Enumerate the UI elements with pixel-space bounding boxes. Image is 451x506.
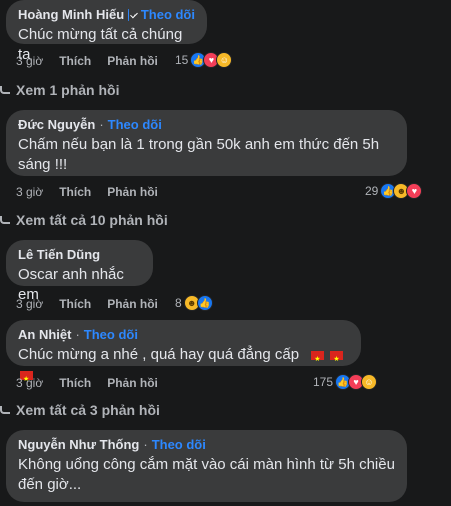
reply-arrow-icon xyxy=(0,216,10,224)
comment-author-name[interactable]: Hoàng Minh Hiếu xyxy=(18,7,124,23)
comment-actions: 3 giờ Thích Phản hồi xyxy=(16,376,158,390)
reply-button[interactable]: Phản hồi xyxy=(107,297,158,311)
comment-text-content: Chúc mừng a nhé , quá hay quá đẳng cấp xyxy=(18,346,300,363)
reaction-summary[interactable]: 29 👍 ☻ ♥ xyxy=(365,183,423,199)
reaction-count: 8 xyxy=(175,296,182,310)
reply-button[interactable]: Phản hồi xyxy=(107,185,158,199)
comment-bubble: An Nhiệt · Theo dõi Chúc mừng a nhé , qu… xyxy=(6,320,361,390)
vietnam-flag-icon xyxy=(311,350,325,370)
comment-text: Chấm nếu bạn là 1 trong gần 50k anh em t… xyxy=(18,136,380,173)
comment-author-row: Đức Nguyễn · Theo dõi xyxy=(18,117,395,133)
reaction-summary[interactable]: 175 👍 ♥ ☺ xyxy=(313,374,378,390)
comment-bubble: Nguyễn Như Thống · Theo dõi Không uổng c… xyxy=(6,430,407,502)
reply-button[interactable]: Phản hồi xyxy=(107,376,158,390)
comment-author-name[interactable]: Lê Tiến Dũng xyxy=(18,247,100,263)
comment-bubble: Hoàng Minh Hiếu · Theo dõi Chúc mừng tất… xyxy=(6,0,207,63)
comment-actions: 3 giờ Thích Phản hồi xyxy=(16,54,158,68)
follow-link[interactable]: Theo dõi xyxy=(108,117,162,133)
comment-actions: 3 giờ Thích Phản hồi xyxy=(16,185,158,199)
separator-dot: · xyxy=(99,117,104,132)
comment-text: Không uổng công cắm mặt vào cái màn hình… xyxy=(18,456,395,493)
reaction-count: 29 xyxy=(365,184,379,198)
comment-time[interactable]: 3 giờ xyxy=(16,376,43,390)
reaction-summary[interactable]: 8 ☻ 👍 xyxy=(175,295,213,311)
reaction-summary[interactable]: 15 👍 ♥ ☺ xyxy=(175,52,233,68)
reply-arrow-icon xyxy=(0,86,10,94)
heart-icon: ♥ xyxy=(406,183,423,199)
comment-bubble: Lê Tiến Dũng Oscar anh nhắc em xyxy=(6,240,153,303)
view-replies-link[interactable]: Xem 1 phản hồi xyxy=(0,82,119,98)
like-button[interactable]: Thích xyxy=(59,297,91,311)
comment-author-name[interactable]: Nguyễn Như Thống xyxy=(18,437,139,453)
reply-arrow-icon xyxy=(0,406,10,414)
comment-author-name[interactable]: An Nhiệt xyxy=(18,327,71,343)
comment-actions: 3 giờ Thích Phản hồi xyxy=(16,297,158,311)
separator-dot: · xyxy=(75,327,80,342)
view-replies-link[interactable]: Xem tất cả 10 phản hồi xyxy=(0,212,168,228)
vietnam-flag-icon xyxy=(330,350,344,370)
comment-time[interactable]: 3 giờ xyxy=(16,297,43,311)
comment-author-row: An Nhiệt · Theo dõi xyxy=(18,327,349,343)
like-button[interactable]: Thích xyxy=(59,54,91,68)
care-icon: ☺ xyxy=(361,374,378,390)
comment-author-row: Lê Tiến Dũng xyxy=(18,247,141,263)
reaction-count: 15 xyxy=(175,53,189,67)
comment-author-row: Hoàng Minh Hiếu · Theo dõi xyxy=(18,7,195,23)
view-replies-label: Xem 1 phản hồi xyxy=(16,82,120,98)
view-replies-label: Xem tất cả 10 phản hồi xyxy=(16,212,168,228)
like-button[interactable]: Thích xyxy=(59,185,91,199)
comment-time[interactable]: 3 giờ xyxy=(16,185,43,199)
comment-author-row: Nguyễn Như Thống · Theo dõi xyxy=(18,437,395,453)
comment-time[interactable]: 3 giờ xyxy=(16,54,43,68)
care-icon: ☺ xyxy=(216,52,233,68)
view-replies-link[interactable]: Xem tất cả 3 phản hồi xyxy=(0,402,160,418)
follow-link[interactable]: Theo dõi xyxy=(141,7,195,23)
follow-link[interactable]: Theo dõi xyxy=(152,437,206,453)
follow-link[interactable]: Theo dõi xyxy=(84,327,138,343)
reply-button[interactable]: Phản hồi xyxy=(107,54,158,68)
reaction-count: 175 xyxy=(313,375,334,389)
comment-author-name[interactable]: Đức Nguyễn xyxy=(18,117,95,133)
like-button[interactable]: Thích xyxy=(59,376,91,390)
view-replies-label: Xem tất cả 3 phản hồi xyxy=(16,402,160,418)
comment-bubble: Đức Nguyễn · Theo dõi Chấm nếu bạn là 1 … xyxy=(6,110,407,176)
separator-dot: · xyxy=(143,437,148,452)
like-icon: 👍 xyxy=(196,295,213,311)
